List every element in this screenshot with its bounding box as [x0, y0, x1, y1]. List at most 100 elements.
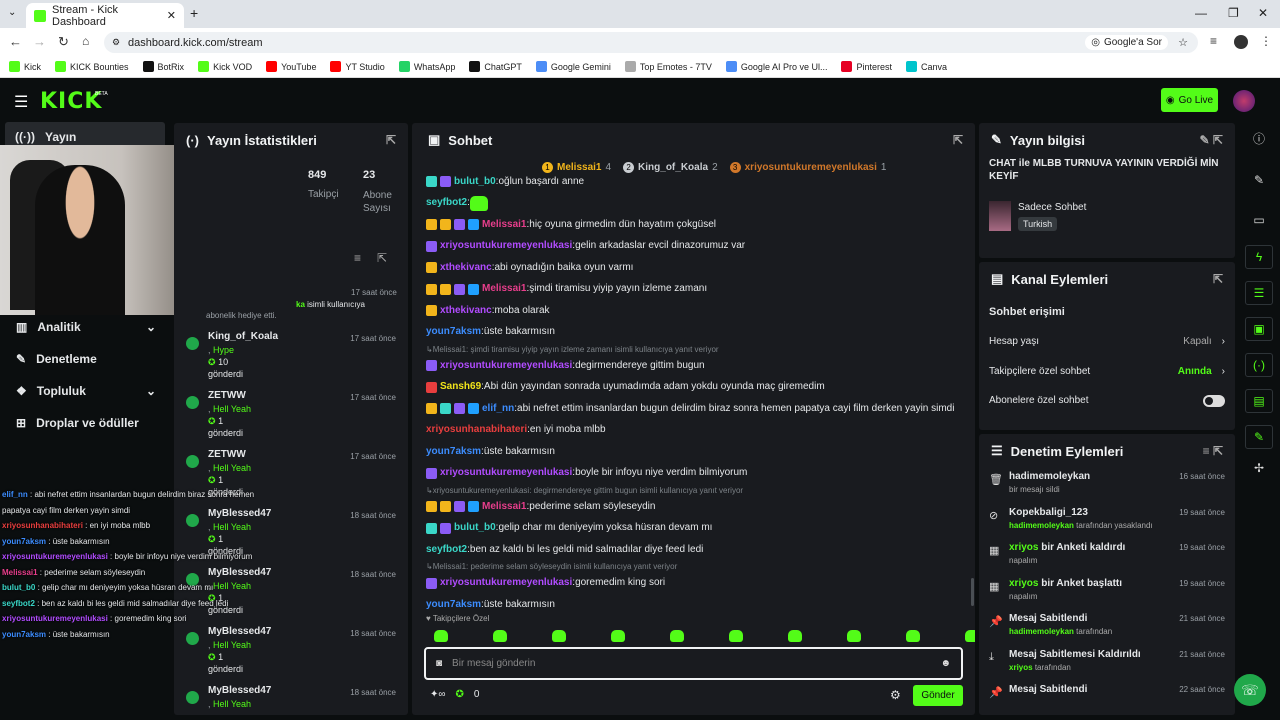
- event-row[interactable]: King_of_Koala , Hype ✪ 10 gönderdi 17 saat ö…: [174, 331, 408, 390]
- new-tab-icon[interactable]: +: [190, 5, 198, 21]
- popout-icon[interactable]: ⇱: [377, 251, 387, 265]
- edit-icon[interactable]: ✎ ⇱: [1200, 133, 1223, 147]
- bookmark-item[interactable]: Canva: [906, 61, 947, 72]
- subscribers-only-toggle[interactable]: [1203, 394, 1225, 407]
- menu-icon[interactable]: ⋮: [1260, 34, 1272, 48]
- chat-username[interactable]: Melissai1: [482, 282, 526, 296]
- chat-username[interactable]: xriyosuntukuremeyenlukasi: [440, 466, 572, 480]
- emote-icon[interactable]: [847, 630, 861, 642]
- emote-icon[interactable]: [552, 630, 566, 642]
- chat-rail-icon[interactable]: ▣: [1245, 317, 1273, 341]
- chat-username[interactable]: xthekivanc: [440, 304, 492, 318]
- chat-access-row[interactable]: Abonelere özel sohbet: [989, 386, 1225, 416]
- chat-message[interactable]: Sansh69: Abi dün yayından sonrada uyumad…: [412, 377, 968, 399]
- filter-icon[interactable]: ≡: [354, 251, 361, 265]
- back-icon[interactable]: ←: [9, 34, 22, 49]
- chat-message[interactable]: xriyosuntukuremeyenlukasi: goremedim kin…: [412, 573, 968, 595]
- filter-popout-icons[interactable]: ≡ ⇱: [1203, 444, 1223, 458]
- chat-username[interactable]: bulut_b0: [454, 521, 496, 535]
- forward-icon[interactable]: →: [33, 34, 46, 49]
- bookmark-item[interactable]: ChatGPT: [469, 61, 522, 72]
- list-icon[interactable]: ☰: [1245, 281, 1273, 305]
- chat-username[interactable]: bulut_b0: [454, 175, 496, 189]
- chat-scrollbar[interactable]: [971, 578, 974, 606]
- bookmark-item[interactable]: YT Studio: [330, 61, 385, 72]
- chat-message[interactable]: youn7aksm: üste bakarmısın: [412, 322, 968, 344]
- site-info-icon[interactable]: ⚙: [112, 37, 120, 48]
- broadcast-rail-icon[interactable]: (·): [1245, 353, 1273, 377]
- chat-message[interactable]: bulut_b0: gelip char mı deniyeyim yoksa …: [412, 518, 968, 540]
- address-bar[interactable]: ⚙ dashboard.kick.com/stream ◎ Google'a So…: [104, 32, 1198, 53]
- chat-username[interactable]: youn7aksm: [426, 445, 481, 459]
- popout-icon[interactable]: ⇱: [953, 133, 963, 147]
- emote-icon[interactable]: [434, 630, 448, 642]
- chat-username[interactable]: xriyosuntukuremeyenlukasi: [440, 239, 572, 253]
- nav-item-3[interactable]: ⊞ Droplar ve ödüller: [16, 416, 156, 430]
- nav-item-2[interactable]: ❖ Topluluk ⌄: [16, 384, 156, 398]
- bookmark-item[interactable]: Google AI Pro ve Ul...: [725, 61, 827, 72]
- close-tab-icon[interactable]: ✕: [167, 9, 176, 22]
- nav-item-1[interactable]: ✎ Denetleme: [16, 352, 156, 366]
- hamburger-menu-icon[interactable]: ☰: [14, 92, 28, 112]
- profile-avatar[interactable]: [1234, 35, 1248, 49]
- chat-message[interactable]: seyfbot2:: [412, 193, 968, 215]
- bookmark-item[interactable]: Google Gemini: [535, 61, 611, 72]
- emote-icon[interactable]: [788, 630, 802, 642]
- ask-google-button[interactable]: ◎ Google'a Sor: [1085, 35, 1168, 50]
- close-window-icon[interactable]: ✕: [1258, 6, 1268, 20]
- chat-message[interactable]: youn7aksm: üste bakarmısın: [412, 594, 968, 609]
- bookmark-item[interactable]: KICK Bounties: [55, 61, 129, 72]
- chat-username[interactable]: xriyosunhanabihateri: [426, 423, 527, 437]
- chat-message[interactable]: Melissai1: hiç oyuna girmedim dün hayatı…: [412, 214, 968, 236]
- chat-message[interactable]: Melissai1: pederime selam söyleseydin: [412, 496, 968, 518]
- nav-item-0[interactable]: ▥ Analitik ⌄: [16, 320, 156, 334]
- chat-message[interactable]: xthekivanc: moba olarak: [412, 300, 968, 322]
- apps-icon[interactable]: ✢: [1238, 461, 1280, 475]
- chat-username[interactable]: Sansh69: [440, 380, 481, 394]
- tab-list-icon[interactable]: ⌄: [8, 7, 16, 18]
- chat-username[interactable]: youn7aksm: [426, 598, 481, 609]
- chat-username[interactable]: xthekivanc: [440, 261, 492, 275]
- chat-message[interactable]: Melissai1: şimdi tiramisu yiyip yayın iz…: [412, 279, 968, 301]
- category[interactable]: Sadece Sohbet: [1018, 202, 1086, 213]
- chat-username[interactable]: seyfbot2: [426, 543, 467, 557]
- chat-input[interactable]: ◙ Bir mesaj gönderin ☻: [424, 647, 963, 680]
- emote-icon[interactable]: [906, 630, 920, 642]
- emote-icon[interactable]: [965, 630, 975, 642]
- bookmark-item[interactable]: Top Emotes - 7TV: [624, 61, 712, 72]
- popout-icon[interactable]: ⇱: [1213, 272, 1223, 286]
- bolt-icon[interactable]: ϟ: [1245, 245, 1273, 269]
- points-icon[interactable]: ✦∞: [430, 689, 446, 700]
- chat-username[interactable]: xriyosuntukuremeyenlukasi: [440, 359, 572, 373]
- chat-message[interactable]: xriyosuntukuremeyenlukasi: degirmenderey…: [412, 355, 968, 377]
- reading-list-icon[interactable]: ≡: [1210, 34, 1217, 48]
- event-row[interactable]: ZETWW , Hell Yeah ✪ 1 gönderdi 17 saat önce: [174, 390, 408, 449]
- wrench-icon[interactable]: ✎: [1245, 425, 1273, 449]
- bookmark-star-icon[interactable]: ☆: [1178, 36, 1188, 49]
- edit-icon[interactable]: ✎: [1238, 173, 1280, 187]
- chat-message[interactable]: elif_nn: abi nefret ettim insanlardan bu…: [412, 398, 968, 420]
- kick-logo[interactable]: KICK: [40, 89, 102, 114]
- chat-username[interactable]: Melissai1: [482, 218, 526, 232]
- chat-message[interactable]: bulut_b0: oğlun başardı anne: [412, 171, 968, 193]
- chat-message[interactable]: xriyosuntukuremeyenlukasi: gelin arkadas…: [412, 236, 968, 258]
- emote-icon[interactable]: [670, 630, 684, 642]
- chat-access-row[interactable]: Hesap yaşı Kapalı ›: [989, 327, 1225, 357]
- home-icon[interactable]: ⌂: [82, 34, 89, 48]
- chat-username[interactable]: youn7aksm: [426, 325, 481, 339]
- chat-username[interactable]: Melissai1: [482, 500, 526, 514]
- user-avatar[interactable]: [1233, 90, 1255, 112]
- chat-username[interactable]: xriyosuntukuremeyenlukasi: [440, 576, 572, 590]
- info-icon[interactable]: ⓘ: [1238, 130, 1280, 147]
- kicks-icon[interactable]: ✪: [456, 689, 464, 700]
- chat-username[interactable]: elif_nn: [482, 402, 514, 416]
- stats-rail-icon[interactable]: ▭: [1238, 213, 1280, 227]
- emote-icon[interactable]: [611, 630, 625, 642]
- emoji-icon[interactable]: ☻: [940, 658, 951, 669]
- bookmark-item[interactable]: BotRix: [142, 61, 184, 72]
- browser-tab[interactable]: Stream - Kick Dashboard ✕: [26, 3, 184, 28]
- layout-icon[interactable]: ▤: [1245, 389, 1273, 413]
- restore-icon[interactable]: ❐: [1228, 6, 1239, 20]
- go-live-button[interactable]: ◉ Go Live: [1161, 88, 1218, 112]
- popout-icon[interactable]: ⇱: [386, 133, 396, 147]
